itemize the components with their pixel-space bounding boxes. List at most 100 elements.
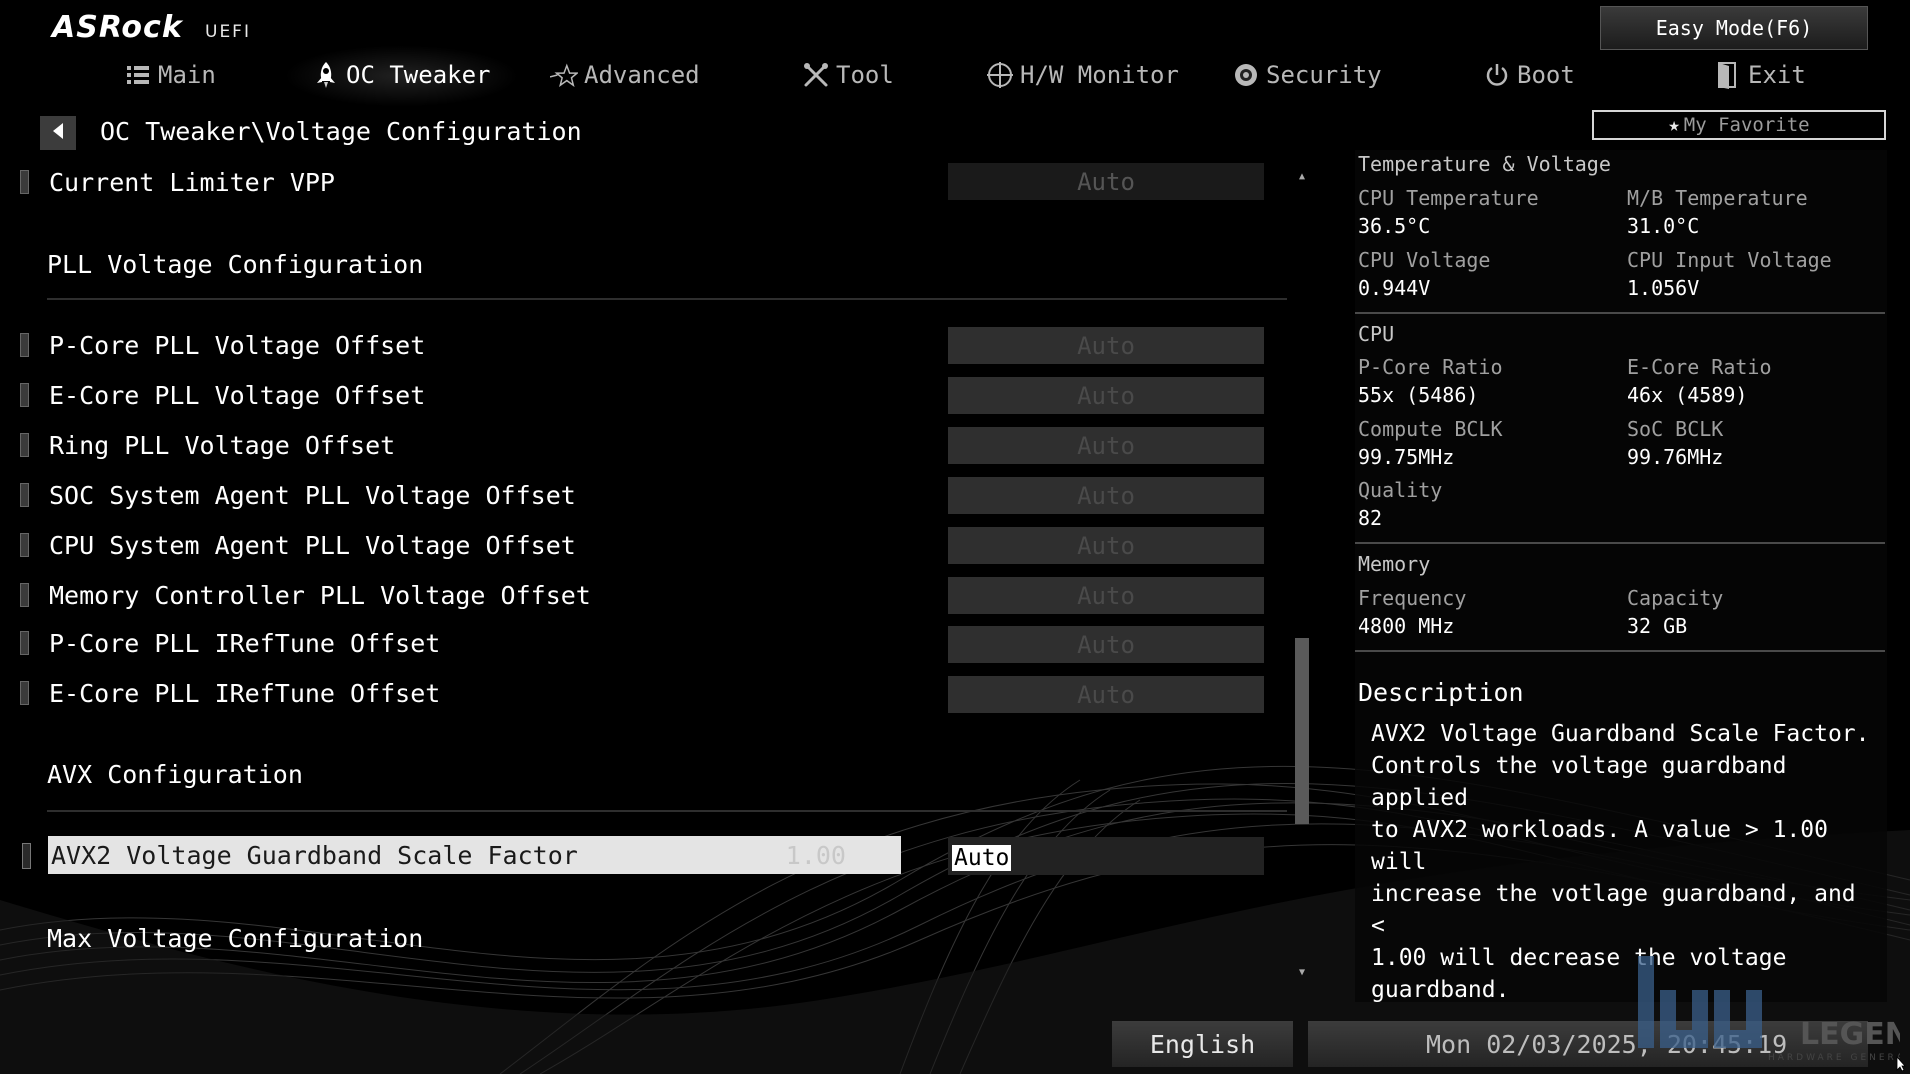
setting-ring-pll-voltage-offset[interactable]: Ring PLL Voltage Offset <box>20 430 395 460</box>
setting-cpu-system-agent-pll-voltage-offset[interactable]: CPU System Agent PLL Voltage Offset <box>20 530 576 560</box>
setting-label: E-Core PLL IRefTune Offset <box>49 678 441 708</box>
cpu-voltage-label: CPU Voltage <box>1358 248 1491 272</box>
compute-bclk-label: Compute BCLK <box>1358 417 1503 441</box>
setting-current-limiter-vpp[interactable]: Current Limiter VPP <box>20 167 335 197</box>
tools-icon <box>802 61 830 89</box>
tab-exit[interactable]: Exit <box>1714 55 1806 95</box>
power-icon <box>1483 61 1511 89</box>
setting-label: P-Core PLL IRefTune Offset <box>49 628 441 658</box>
description-title: Description <box>1358 678 1524 707</box>
quality-label: Quality <box>1358 478 1443 502</box>
setting-pcore-pll-ireftune-offset[interactable]: P-Core PLL IRefTune Offset <box>20 628 440 658</box>
description-body: AVX2 Voltage Guardband Scale Factor. Con… <box>1371 721 1870 1003</box>
settings-scrollbar[interactable]: ▲ ▼ <box>1294 168 1310 980</box>
section-max-voltage: Max Voltage Configuration <box>47 924 424 953</box>
crosshair-icon <box>986 61 1014 89</box>
tab-advanced[interactable]: Advanced <box>550 55 700 95</box>
cpu-input-voltage-value: 1.056V <box>1627 276 1700 300</box>
pcore-pll-ireftune-offset-value: Auto <box>948 626 1264 663</box>
datetime-display: Mon 02/03/2025, 20:45:19 <box>1308 1021 1868 1067</box>
setting-label: AVX2 Voltage Guardband Scale Factor <box>51 840 578 870</box>
tab-security[interactable]: Security <box>1232 55 1382 95</box>
tab-boot-label: Boot <box>1517 61 1575 89</box>
main-nav: Main OC Tweaker Advanced Tool H/W Monito… <box>0 45 1910 107</box>
section-avx: AVX Configuration <box>47 760 303 789</box>
setting-label: Ring PLL Voltage Offset <box>49 430 396 460</box>
tab-oc-tweaker[interactable]: OC Tweaker <box>284 45 518 107</box>
tab-exit-label: Exit <box>1748 61 1806 89</box>
setting-label: E-Core PLL Voltage Offset <box>49 380 426 410</box>
tab-main[interactable]: Main <box>124 55 216 95</box>
soc-bclk-value: 99.76MHz <box>1627 445 1724 469</box>
ecore-ratio-label: E-Core Ratio <box>1627 355 1772 379</box>
tab-security-label: Security <box>1266 61 1382 89</box>
door-icon <box>1714 61 1742 89</box>
brand-logo: ASRock <box>52 10 183 45</box>
easy-mode-button[interactable]: Easy Mode(F6) <box>1600 6 1868 50</box>
tab-boot[interactable]: Boot <box>1483 55 1575 95</box>
setting-memory-controller-pll-voltage-offset[interactable]: Memory Controller PLL Voltage Offset <box>20 580 591 610</box>
mb-temp-value: 31.0°C <box>1627 214 1700 238</box>
scroll-up-arrow-icon[interactable]: ▲ <box>1294 168 1310 184</box>
pcore-ratio-label: P-Core Ratio <box>1358 355 1503 379</box>
tab-main-label: Main <box>158 61 216 89</box>
rocket-icon <box>312 61 340 89</box>
mouse-cursor-icon <box>1896 1056 1906 1072</box>
tab-tool[interactable]: Tool <box>802 55 894 95</box>
item-marker <box>20 170 29 194</box>
language-button[interactable]: English <box>1112 1021 1293 1067</box>
scroll-down-arrow-icon[interactable]: ▼ <box>1294 964 1310 980</box>
ecore-pll-ireftune-offset-value: Auto <box>948 676 1264 713</box>
setting-label: P-Core PLL Voltage Offset <box>49 330 426 360</box>
mb-temp-label: M/B Temperature <box>1627 186 1808 210</box>
ring-pll-voltage-offset-value: Auto <box>948 427 1264 464</box>
tab-hw-monitor-label: H/W Monitor <box>1020 61 1179 89</box>
ecore-pll-voltage-offset-value: Auto <box>948 377 1264 414</box>
setting-ecore-pll-ireftune-offset[interactable]: E-Core PLL IRefTune Offset <box>20 678 440 708</box>
divider <box>1355 312 1885 314</box>
star-icon <box>550 61 578 89</box>
tab-hw-monitor[interactable]: H/W Monitor <box>986 55 1179 95</box>
tab-tool-label: Tool <box>836 61 894 89</box>
setting-soc-system-agent-pll-voltage-offset[interactable]: SOC System Agent PLL Voltage Offset <box>20 480 576 510</box>
soc-system-agent-pll-voltage-offset-value: Auto <box>948 477 1264 514</box>
brand-sub: UEFI <box>205 22 251 42</box>
setting-pcore-pll-voltage-offset[interactable]: P-Core PLL Voltage Offset <box>20 330 425 360</box>
setting-label: CPU System Agent PLL Voltage Offset <box>49 530 576 560</box>
item-marker <box>20 533 29 557</box>
divider <box>47 298 1287 300</box>
item-marker <box>22 843 31 869</box>
list-icon <box>124 61 152 89</box>
cpu-temp-value: 36.5°C <box>1358 214 1431 238</box>
divider <box>1355 650 1885 652</box>
soc-bclk-label: SoC BCLK <box>1627 417 1724 441</box>
avx2-guardband-value[interactable]: Auto <box>952 845 1012 871</box>
setting-label: Current Limiter VPP <box>49 167 335 197</box>
capacity-value: 32 GB <box>1627 614 1688 638</box>
item-marker <box>20 383 29 407</box>
item-marker <box>20 333 29 357</box>
memory-controller-pll-voltage-offset-value: Auto <box>948 577 1264 614</box>
scrollbar-thumb[interactable] <box>1295 638 1309 824</box>
cpu-voltage-value: 0.944V <box>1358 276 1431 300</box>
setting-label: SOC System Agent PLL Voltage Offset <box>49 480 576 510</box>
cpu-system-agent-pll-voltage-offset-value: Auto <box>948 527 1264 564</box>
ecore-ratio-value: 46x (4589) <box>1627 383 1748 407</box>
current-value: 1.00 <box>785 840 846 870</box>
setting-ecore-pll-voltage-offset[interactable]: E-Core PLL Voltage Offset <box>20 380 425 410</box>
back-button[interactable] <box>40 116 76 150</box>
star-icon: ★ <box>1668 114 1680 136</box>
current-limiter-vpp-value: Auto <box>948 163 1264 200</box>
cpu-title: CPU <box>1358 322 1395 346</box>
pcore-ratio-value: 55x (5486) <box>1358 383 1479 407</box>
item-marker <box>20 483 29 507</box>
item-marker <box>20 583 29 607</box>
setting-avx2-voltage-guardband-scale-factor[interactable]: AVX2 Voltage Guardband Scale Factor 1.00 <box>48 836 901 874</box>
setting-label: Memory Controller PLL Voltage Offset <box>49 580 591 610</box>
compute-bclk-value: 99.75MHz <box>1358 445 1455 469</box>
my-favorite-button[interactable]: ★ My Favorite <box>1592 110 1886 140</box>
breadcrumb: OC Tweaker\Voltage Configuration <box>100 117 582 146</box>
section-pll-voltage: PLL Voltage Configuration <box>47 250 424 279</box>
temp-voltage-title: Temperature & Voltage <box>1358 152 1611 176</box>
tab-oc-tweaker-label: OC Tweaker <box>346 61 491 89</box>
